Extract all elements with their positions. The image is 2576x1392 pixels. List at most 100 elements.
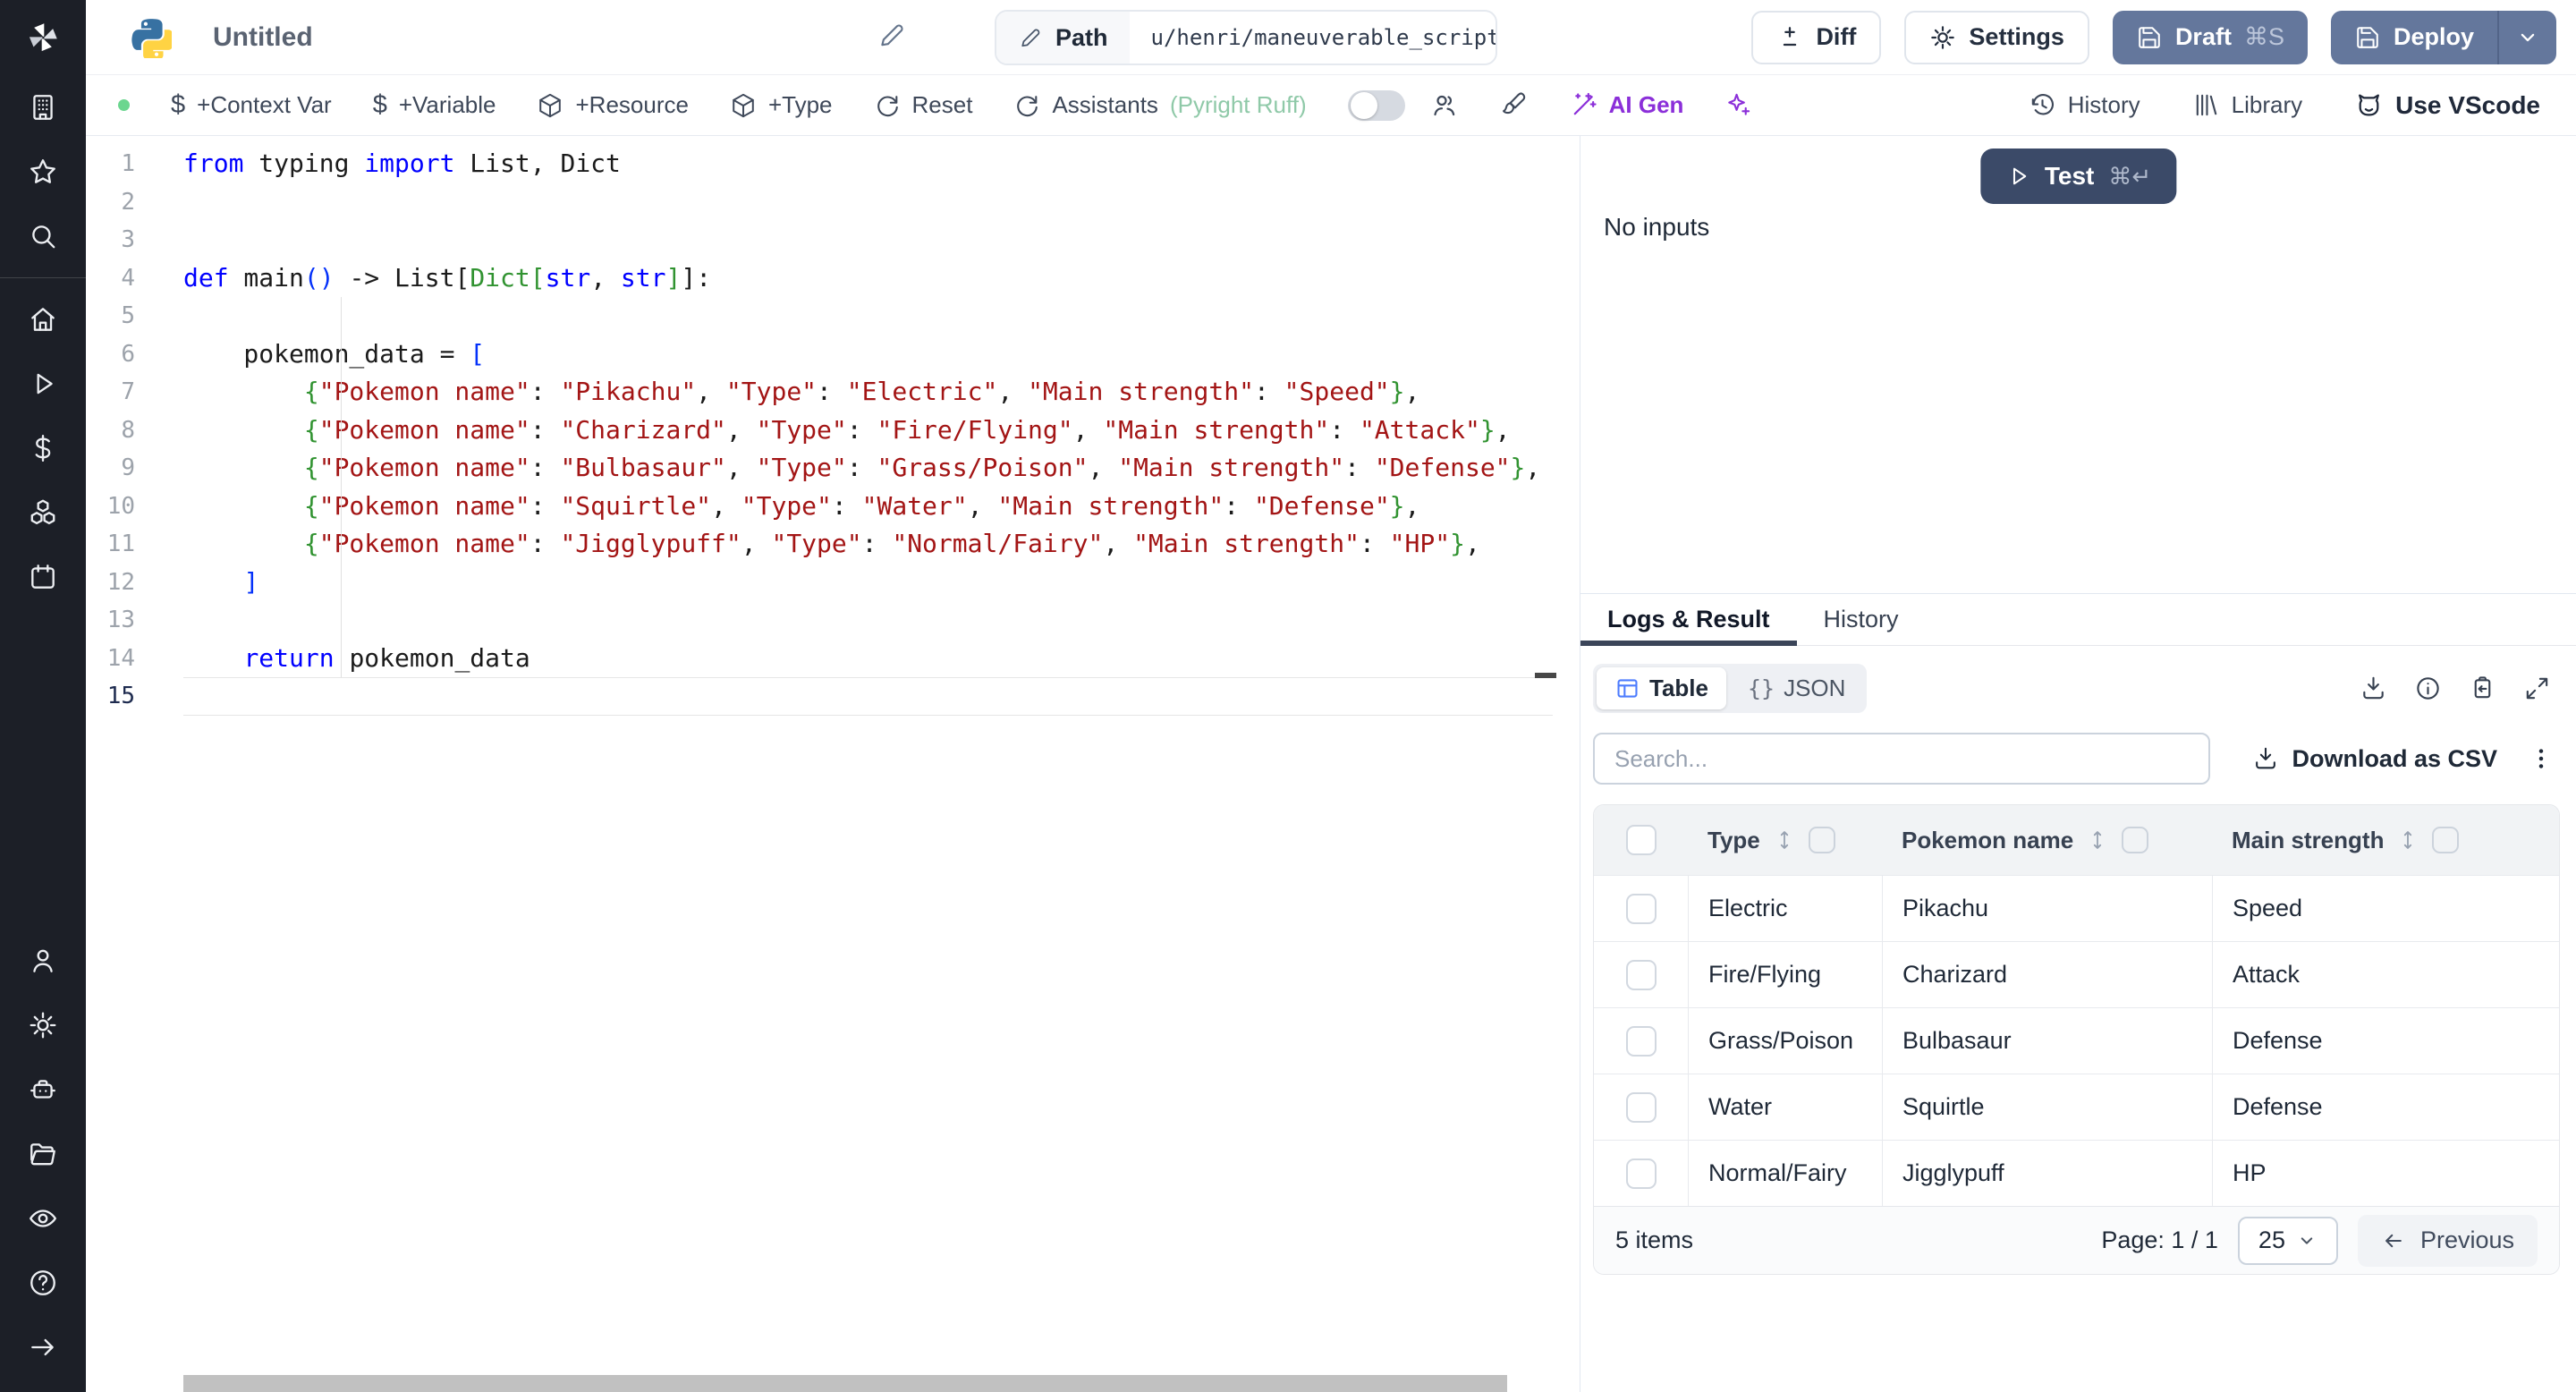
column-filter-box[interactable]: [2432, 827, 2460, 853]
sidebar-item-workers[interactable]: [0, 1057, 86, 1122]
horizontal-scrollbar[interactable]: [183, 1375, 1507, 1392]
sidebar-item-runs[interactable]: [0, 352, 86, 416]
select-all-cell: [1594, 825, 1688, 855]
search-input[interactable]: [1593, 733, 2210, 785]
page-size-select[interactable]: 25: [2237, 1216, 2338, 1265]
edit-summary-button[interactable]: [877, 20, 907, 55]
sidebar-item-favorites[interactable]: [0, 140, 86, 204]
add-variable-button[interactable]: $ +Variable: [373, 90, 496, 120]
sidebar-item-expand[interactable]: [0, 1315, 86, 1379]
multiplayer-toggle[interactable]: [1347, 89, 1405, 121]
code-line-1: from typing import List, Dict: [183, 149, 621, 178]
sidebar-group-2: [0, 929, 86, 1251]
line-number-6: 6: [121, 340, 135, 368]
diff-button[interactable]: Diff: [1751, 10, 1882, 64]
sidebar-item-workspace[interactable]: [0, 75, 86, 140]
ai-gen-label: AI Gen: [1608, 91, 1684, 118]
row-checkbox[interactable]: [1625, 1025, 1657, 1057]
row-checkbox[interactable]: [1625, 1091, 1657, 1123]
sidebar-item-users[interactable]: [0, 929, 86, 993]
copy-result-button[interactable]: [2469, 675, 2496, 702]
sidebar-item-help[interactable]: [0, 1251, 86, 1315]
users-icon: [1434, 95, 1454, 115]
wand-icon: [1573, 92, 1597, 115]
package-icon: [733, 93, 754, 117]
column-filter-box[interactable]: [2122, 827, 2149, 853]
sidebar-item-audit-logs[interactable]: [0, 1186, 86, 1251]
code-line-10: {"Pokemon name": "Squirtle", "Type": "Wa…: [303, 490, 1420, 521]
sidebar-item-resources[interactable]: [0, 480, 86, 545]
test-shortcut: ⌘↵: [2108, 162, 2152, 190]
view-segmented-control: Table {} JSON: [1593, 664, 1868, 713]
ai-gen-button[interactable]: AI Gen: [1570, 91, 1684, 119]
library-button[interactable]: Library: [2192, 91, 2302, 119]
code-area[interactable]: from typing import List, Dict def main() …: [183, 136, 1580, 1392]
add-context-var-button[interactable]: $ +Context Var: [171, 90, 332, 120]
column-label: Main strength: [2232, 826, 2385, 853]
path-label: Path: [1055, 23, 1108, 51]
sidebar: [0, 0, 86, 1392]
tab-history[interactable]: History: [1797, 594, 1926, 645]
select-all-checkbox[interactable]: [1625, 825, 1657, 855]
row-checkbox[interactable]: [1625, 959, 1657, 990]
sidebar-item-settings[interactable]: [0, 993, 86, 1057]
code-editor[interactable]: 1 2 3 4 5 6 7 8 9 10 11 12 13 14 15 from typing import…: [86, 136, 1580, 1392]
deploy-more-button[interactable]: [2497, 10, 2556, 64]
row-checkbox[interactable]: [1625, 893, 1657, 924]
assistants-button[interactable]: Assistants (Pyright Ruff): [1013, 91, 1307, 119]
pencil-icon: [1021, 29, 1040, 47]
sidebar-item-schedules[interactable]: [0, 545, 86, 609]
view-json-button[interactable]: {} JSON: [1730, 667, 1863, 709]
format-button[interactable]: [1500, 91, 1529, 120]
row-checkbox[interactable]: [1625, 1158, 1657, 1189]
script-path-field[interactable]: Path u/henri/maneuverable_script: [995, 10, 1497, 65]
multiplayer-users-button[interactable]: [1430, 91, 1459, 120]
line-number-9: 9: [121, 454, 135, 481]
pager: Page: 1 / 1 25 Previous: [2101, 1214, 2538, 1267]
previous-page-button[interactable]: Previous: [2357, 1214, 2538, 1267]
library-label: Library: [2231, 91, 2303, 118]
table-more-button[interactable]: [2528, 745, 2555, 772]
use-vscode-button[interactable]: Use VScode: [2354, 90, 2540, 120]
draft-button[interactable]: Draft ⌘S: [2112, 10, 2308, 64]
history-icon: [2031, 94, 2054, 115]
tab-logs-result[interactable]: Logs & Result: [1580, 594, 1797, 646]
sort-icon[interactable]: [1773, 828, 1796, 852]
sidebar-item-home[interactable]: [0, 287, 86, 352]
sort-icon[interactable]: [2396, 828, 2419, 852]
deploy-button[interactable]: Deploy: [2331, 11, 2497, 64]
sidebar-item-search[interactable]: [0, 204, 86, 268]
ai-sparkles-button[interactable]: [1724, 91, 1752, 119]
main-area: Untitled Path u/henri/maneuverable_scrip…: [86, 0, 2576, 1392]
download-result-button[interactable]: [2360, 675, 2387, 702]
view-table-button[interactable]: Table: [1597, 667, 1726, 709]
path-value: u/henri/maneuverable_script: [1150, 25, 1497, 50]
test-button[interactable]: Test ⌘↵: [1979, 149, 2177, 204]
history-button[interactable]: History: [2029, 91, 2140, 119]
sort-icon[interactable]: [2086, 828, 2109, 852]
maximize-icon: [2526, 677, 2548, 700]
windmill-logo[interactable]: [0, 0, 86, 75]
expand-result-button[interactable]: [2523, 675, 2551, 702]
python-language-icon: [131, 18, 172, 58]
download-icon: [2256, 747, 2276, 769]
reset-button[interactable]: Reset: [874, 91, 972, 119]
view-json-label: JSON: [1784, 675, 1846, 701]
logs-body: Table {} JSON Search... Download as CSV …: [1580, 646, 2576, 1392]
add-resource-button[interactable]: +Resource: [537, 91, 689, 119]
sidebar-item-folders[interactable]: [0, 1122, 86, 1186]
history-label: History: [2067, 91, 2140, 118]
download-csv-button[interactable]: Download as CSV: [2252, 745, 2497, 773]
column-filter-box[interactable]: [1808, 827, 1835, 853]
download-icon: [2363, 676, 2384, 700]
settings-button[interactable]: Settings: [1904, 10, 2089, 64]
table-header-row: Type Pokemon name Main strength: [1594, 805, 2559, 875]
add-type-button[interactable]: +Type: [730, 91, 833, 119]
line-number-11: 11: [106, 530, 135, 557]
vscode-cat-icon: [2359, 94, 2380, 116]
result-info-button[interactable]: [2414, 675, 2442, 702]
sidebar-item-variables[interactable]: [0, 416, 86, 480]
path-label-section: Path: [996, 12, 1130, 64]
